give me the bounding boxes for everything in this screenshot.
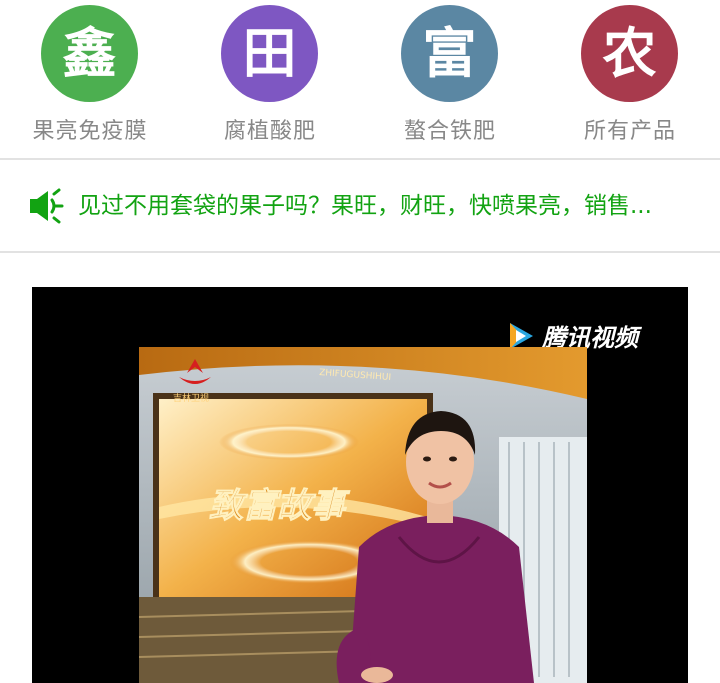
nav-item-all-products[interactable]: 农 所有产品 [540, 0, 720, 158]
all-products-icon: 农 [581, 5, 678, 102]
nav-item-label: 腐植酸肥 [223, 119, 316, 144]
nav-item-label: 果亮免疫膜 [32, 119, 148, 144]
divider [0, 251, 720, 253]
category-nav: 鑫 果亮免疫膜 田 腐植酸肥 富 螯合铁肥 农 所有产品 [0, 0, 720, 158]
notice-marquee[interactable]: 见过不用套袋的果子吗？果旺，财旺，快喷果亮，销售... [78, 190, 688, 222]
nav-item-label: 所有产品 [583, 119, 676, 144]
nav-item-guoliang[interactable]: 鑫 果亮免疫膜 [0, 0, 180, 158]
divider [0, 158, 720, 160]
humic-acid-icon: 田 [221, 5, 318, 102]
nav-item-label: 螯合铁肥 [403, 119, 496, 144]
video-player[interactable]: 腾讯视频 ZHIFUGUSHIHUI 致富故事 吉林卫视 [32, 287, 688, 683]
nav-item-humic-acid[interactable]: 田 腐植酸肥 [180, 0, 360, 158]
guoliang-icon: 鑫 [41, 5, 138, 102]
nav-item-chelated-iron[interactable]: 富 螯合铁肥 [360, 0, 540, 158]
speaker-icon [30, 188, 64, 224]
channel-logo-text: 吉林卫视 [173, 392, 209, 404]
screen-title-text: 致富故事 [209, 486, 350, 526]
video-frame: ZHIFUGUSHIHUI 致富故事 吉林卫视 [139, 347, 587, 683]
chelated-iron-icon: 富 [401, 5, 498, 102]
